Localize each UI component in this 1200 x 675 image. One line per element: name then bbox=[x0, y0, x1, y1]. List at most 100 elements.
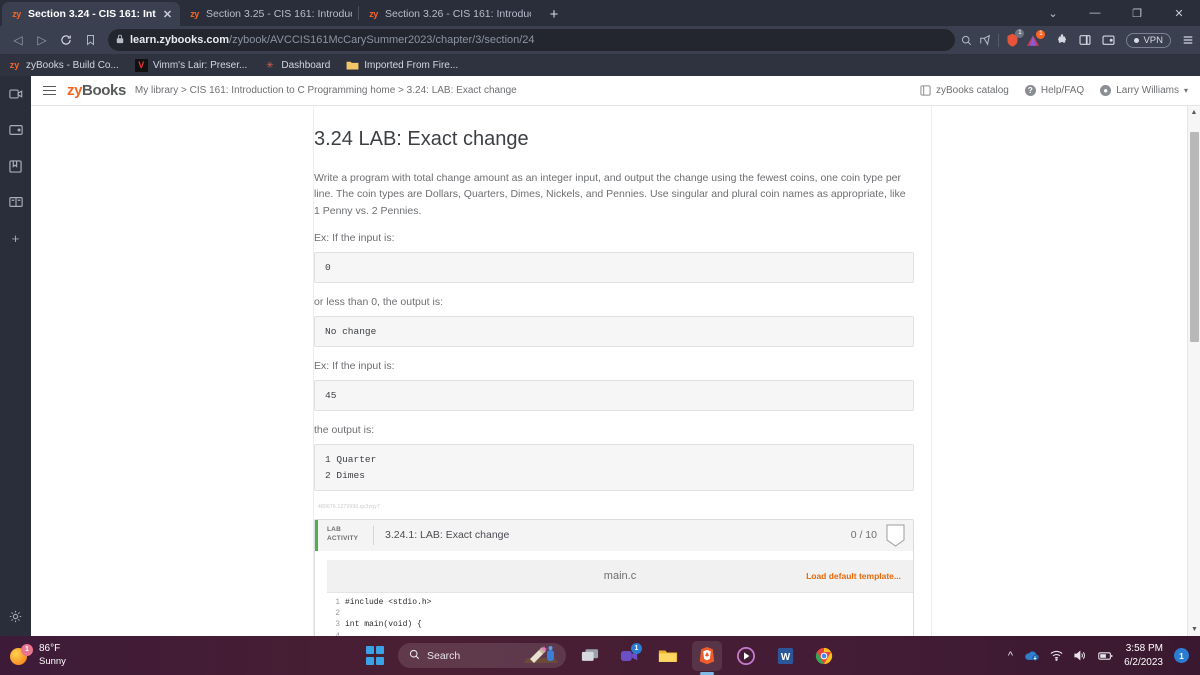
hamburger-menu-icon[interactable] bbox=[1182, 34, 1194, 46]
wallet-icon[interactable] bbox=[6, 120, 26, 140]
user-account-menu[interactable]: ● Larry Williams ▾ bbox=[1100, 85, 1188, 96]
brave-browser-icon[interactable] bbox=[692, 640, 722, 675]
bookmark-zybooks[interactable]: zy zyBooks - Build Co... bbox=[8, 59, 119, 72]
code-text-area[interactable]: 1 2 3 4 5 6 7 8 #includ bbox=[327, 592, 913, 636]
volume-icon[interactable] bbox=[1074, 650, 1087, 661]
bookmark-vimms-lair[interactable]: V Vimm's Lair: Preser... bbox=[134, 58, 248, 72]
bookmark-dashboard[interactable]: ✳ Dashboard bbox=[263, 59, 330, 72]
lab-tag-line1: LAB bbox=[327, 526, 341, 534]
brave-talk-icon[interactable] bbox=[6, 84, 26, 104]
bookmark-this-page-icon[interactable] bbox=[78, 28, 102, 52]
zybooks-menu-icon[interactable] bbox=[43, 85, 56, 96]
load-default-template-link[interactable]: Load default template... bbox=[806, 571, 901, 581]
wallet-icon[interactable] bbox=[1102, 34, 1115, 46]
weather-widget[interactable]: 1 86°F Sunny bbox=[0, 642, 170, 668]
tab-title: Section 3.25 - CIS 161: Introduction to bbox=[206, 8, 352, 20]
help-label: Help/FAQ bbox=[1040, 85, 1085, 96]
file-explorer-icon[interactable] bbox=[653, 641, 683, 671]
google-chrome-icon[interactable] bbox=[809, 641, 839, 671]
example-2-input: 45 bbox=[314, 380, 914, 412]
toolbar-divider bbox=[998, 33, 1000, 47]
zybooks-catalog-link[interactable]: zyBooks catalog bbox=[920, 85, 1009, 96]
code-editor-wrapper: main.c Load default template... 1 2 3 4 bbox=[315, 551, 913, 636]
catalog-book-icon bbox=[920, 85, 931, 96]
zybooks-logo[interactable]: zyBooks bbox=[67, 82, 126, 99]
page-scrollbar[interactable]: ▲ ▼ bbox=[1187, 106, 1200, 636]
sunny-weather-icon: 1 bbox=[10, 643, 33, 667]
svg-text:W: W bbox=[780, 652, 790, 663]
page-viewport: zyBooks My library > CIS 161: Introducti… bbox=[31, 76, 1200, 636]
content-right-rule bbox=[931, 106, 932, 636]
brave-shields-icon[interactable]: 1 bbox=[1006, 29, 1025, 47]
code-editor-panel: main.c Load default template... 1 2 3 4 bbox=[327, 559, 913, 636]
weather-condition: Sunny bbox=[39, 655, 66, 667]
maximize-button[interactable]: ❐ bbox=[1116, 0, 1158, 26]
example-2-lead: Ex: If the input is: bbox=[314, 360, 395, 373]
zybooks-favicon: zy bbox=[369, 9, 378, 19]
forward-button[interactable]: ▷ bbox=[30, 28, 54, 52]
media-player-icon[interactable] bbox=[731, 641, 761, 671]
line-number: 3 bbox=[335, 620, 340, 630]
reload-button[interactable] bbox=[54, 28, 78, 52]
content-left-rule bbox=[313, 106, 314, 636]
clock-time: 3:58 PM bbox=[1125, 642, 1163, 654]
bookmarks-icon[interactable] bbox=[6, 156, 26, 176]
close-button[interactable]: ✕ bbox=[1158, 0, 1200, 26]
tab-close-icon[interactable]: ✕ bbox=[161, 8, 174, 21]
omnibox-right-icons: 1 1 bbox=[955, 29, 1046, 47]
line-number-gutter: 1 2 3 4 5 6 7 8 bbox=[327, 596, 345, 636]
minimize-button[interactable]: — bbox=[1074, 0, 1116, 26]
scroll-down-arrow-icon[interactable]: ▼ bbox=[1188, 623, 1200, 636]
tab-section-3-24[interactable]: zy Section 3.24 - CIS 161: Introductio ✕ bbox=[2, 2, 180, 26]
weather-text: 86°F Sunny bbox=[39, 642, 66, 668]
address-bar[interactable]: learn.zybooks.com/zybook/AVCCIS161McCary… bbox=[108, 29, 956, 51]
bookmark-label: Imported From Fire... bbox=[364, 59, 459, 71]
tab-section-3-25[interactable]: zy Section 3.25 - CIS 161: Introduction … bbox=[180, 2, 358, 26]
example-1-output: No change bbox=[314, 315, 914, 348]
bookmark-label: zyBooks - Build Co... bbox=[26, 59, 119, 71]
tab-search-chevron-icon[interactable]: ⌄ bbox=[1032, 0, 1074, 26]
search-icon[interactable] bbox=[961, 35, 972, 46]
scrollbar-thumb[interactable] bbox=[1190, 132, 1199, 342]
url-path: /zybook/AVCCIS161McCarySummer2023/chapte… bbox=[229, 34, 535, 46]
microsoft-word-icon[interactable]: W bbox=[770, 641, 800, 671]
taskbar-clock[interactable]: 3:58 PM 6/2/2023 bbox=[1124, 642, 1163, 670]
lab-activity-score: 0 / 10 bbox=[850, 529, 877, 542]
notification-center-badge[interactable]: 1 bbox=[1174, 648, 1189, 663]
share-icon[interactable] bbox=[979, 34, 991, 46]
bookmark-folder-imported[interactable]: Imported From Fire... bbox=[346, 59, 458, 72]
microsoft-teams-icon[interactable]: 1 bbox=[614, 641, 644, 671]
breadcrumb[interactable]: My library > CIS 161: Introduction to C … bbox=[135, 85, 517, 96]
zybooks-favicon: zy bbox=[9, 60, 20, 70]
tab-title: Section 3.26 - CIS 161: Introduction to bbox=[385, 8, 531, 20]
code-content: #include <stdio.h> int main(void) { /* T… bbox=[345, 597, 432, 630]
help-faq-link[interactable]: ? Help/FAQ bbox=[1024, 85, 1085, 96]
extensions-puzzle-icon[interactable] bbox=[1056, 34, 1068, 46]
task-view-icon[interactable] bbox=[575, 641, 605, 671]
scroll-up-arrow-icon[interactable]: ▲ bbox=[1188, 106, 1200, 119]
reading-list-icon[interactable] bbox=[6, 192, 26, 212]
settings-gear-icon[interactable] bbox=[6, 606, 26, 626]
wifi-icon[interactable] bbox=[1050, 650, 1063, 661]
example-1-input: 0 bbox=[314, 251, 914, 283]
dashboard-favicon: ✳ bbox=[266, 59, 274, 70]
line-number: 2 bbox=[335, 609, 340, 619]
start-button[interactable] bbox=[361, 642, 389, 670]
toolbar-right-icons: VPN bbox=[1046, 32, 1194, 48]
back-button[interactable]: ◁ bbox=[6, 28, 30, 52]
zybooks-favicon: zy bbox=[12, 9, 21, 19]
new-tab-button[interactable]: + bbox=[541, 2, 567, 26]
lab-activity-header: LAB ACTIVITY 3.24.1: LAB: Exact change 0… bbox=[315, 519, 913, 551]
vpn-button[interactable]: VPN bbox=[1126, 32, 1171, 48]
brave-rewards-icon[interactable]: 1 bbox=[1026, 29, 1046, 47]
battery-icon[interactable] bbox=[1098, 651, 1113, 661]
taskbar-search-box[interactable]: Search bbox=[398, 643, 566, 668]
tab-section-3-26[interactable]: zy Section 3.26 - CIS 161: Introduction … bbox=[359, 2, 537, 26]
bookmark-label: Vimm's Lair: Preser... bbox=[152, 59, 248, 71]
add-panel-icon[interactable]: + bbox=[6, 228, 26, 248]
onedrive-icon[interactable] bbox=[1024, 650, 1039, 661]
shields-count: 1 bbox=[1015, 29, 1025, 38]
side-panel-icon[interactable] bbox=[1079, 34, 1091, 46]
show-hidden-icons-chevron[interactable]: ^ bbox=[1008, 650, 1013, 662]
editor-toolbar: main.c Load default template... bbox=[327, 559, 913, 593]
